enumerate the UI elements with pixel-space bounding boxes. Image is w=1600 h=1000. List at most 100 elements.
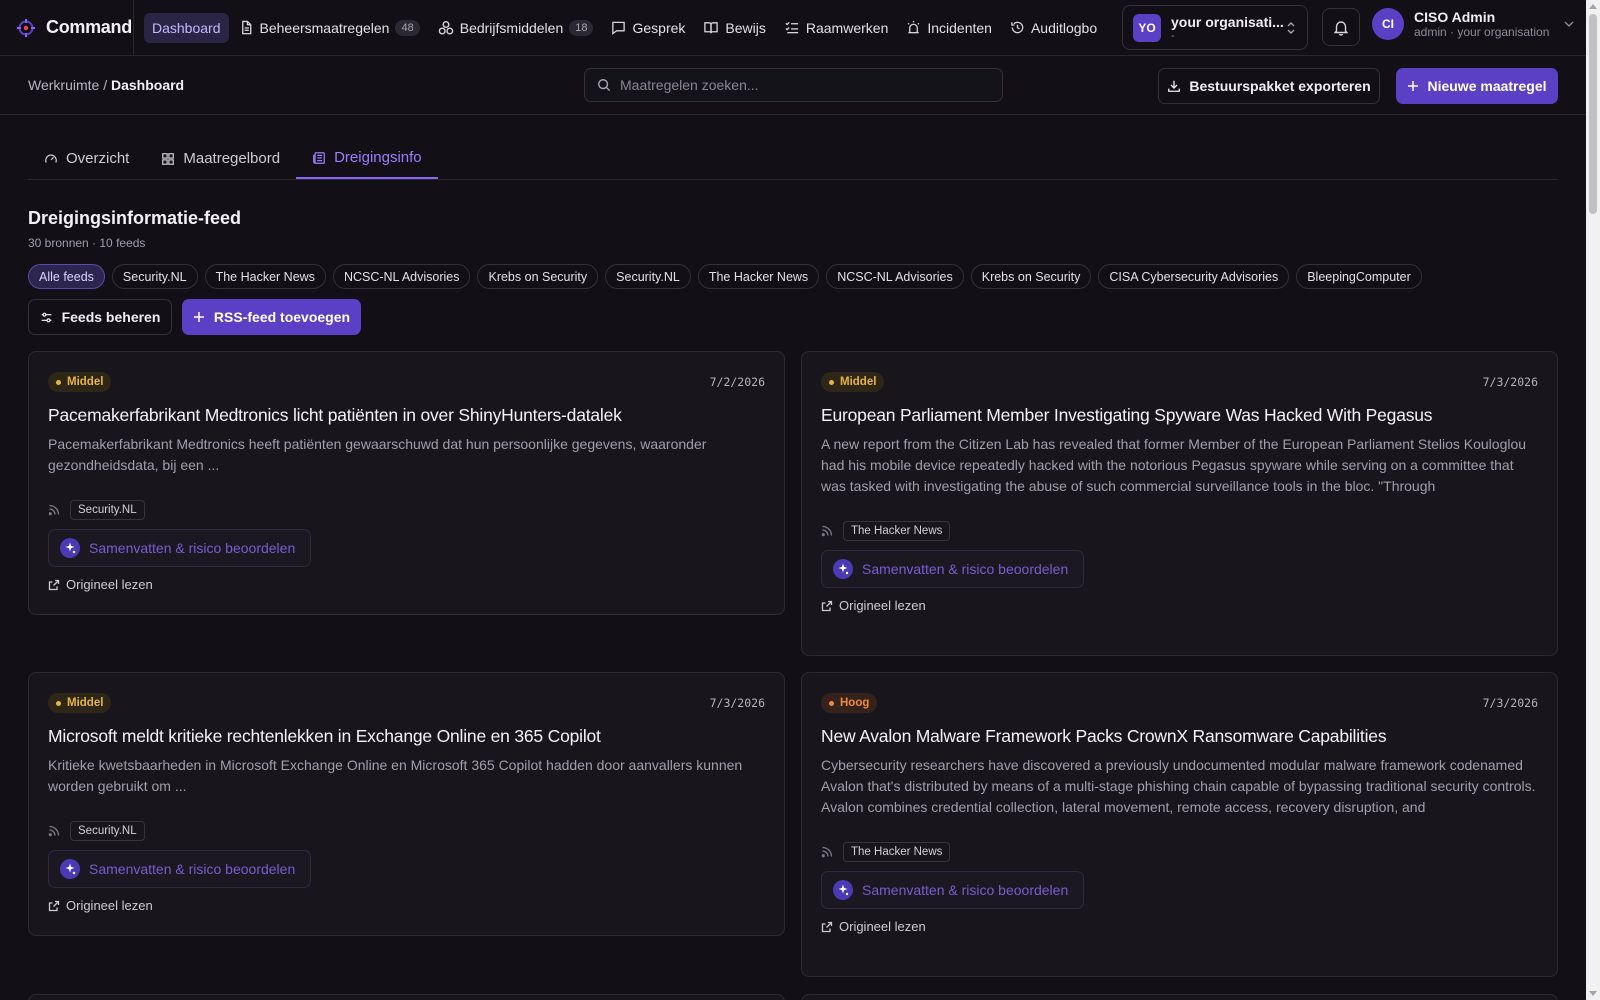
threat-card-partial bbox=[28, 994, 785, 1000]
ai-button-label: Samenvatten & risico beoordelen bbox=[89, 540, 296, 556]
summarize-risk-button[interactable]: Samenvatten & risico beoordelen bbox=[821, 550, 1084, 588]
read-original-link[interactable]: Origineel lezen bbox=[821, 598, 1538, 613]
summarize-risk-button[interactable]: Samenvatten & risico beoordelen bbox=[48, 850, 311, 888]
new-control-label: Nieuwe maatregel bbox=[1427, 78, 1547, 94]
source-tag: Security.NL bbox=[70, 500, 145, 520]
ai-button-label: Samenvatten & risico beoordelen bbox=[89, 861, 296, 877]
read-original-link[interactable]: Origineel lezen bbox=[48, 577, 765, 592]
chat-icon bbox=[612, 21, 626, 35]
threat-card: Hoog 7/3/2026 New Avalon Malware Framewo… bbox=[801, 672, 1558, 977]
card-title[interactable]: New Avalon Malware Framework Packs Crown… bbox=[821, 724, 1538, 748]
breadcrumb-root[interactable]: Werkruimte bbox=[28, 77, 99, 93]
rss-icon bbox=[48, 825, 60, 837]
sliders-icon bbox=[41, 312, 51, 322]
nav-item-raamwerken[interactable]: Raamwerken bbox=[776, 13, 896, 43]
user-info: CISO Admin admin · your organisation bbox=[1414, 9, 1549, 39]
scroll-up-arrow[interactable] bbox=[1589, 4, 1597, 9]
nav-item-incidenten[interactable]: Incidenten bbox=[898, 13, 1000, 43]
tab-label: Overzicht bbox=[66, 150, 130, 167]
chip-krebs[interactable]: Krebs on Security bbox=[477, 264, 599, 289]
ai-button-label: Samenvatten & risico beoordelen bbox=[862, 561, 1069, 577]
chip-bleepingcomputer[interactable]: BleepingComputer bbox=[1296, 264, 1422, 289]
tab-maatregelbord[interactable]: Maatregelbord bbox=[145, 138, 296, 179]
threat-card: Middel 7/2/2026 Pacemakerfabrikant Medtr… bbox=[28, 351, 785, 615]
summarize-risk-button[interactable]: Samenvatten & risico beoordelen bbox=[821, 871, 1084, 909]
export-label: Bestuurspakket exporteren bbox=[1189, 78, 1371, 94]
user-menu[interactable]: CI CISO Admin admin · your organisation bbox=[1372, 8, 1575, 40]
manage-feeds-button[interactable]: Feeds beheren bbox=[28, 299, 172, 335]
nav-count-badge: 48 bbox=[395, 19, 420, 36]
organisation-switcher[interactable]: YO your organisati... - bbox=[1122, 5, 1308, 50]
nav-label: Bewijs bbox=[725, 19, 766, 36]
read-original-link[interactable]: Origineel lezen bbox=[821, 919, 1538, 934]
chip-ncsc-nl[interactable]: NCSC-NL Advisories bbox=[826, 264, 964, 289]
nav-item-bewijs[interactable]: Bewijs bbox=[695, 13, 773, 43]
read-original-label: Origineel lezen bbox=[839, 598, 926, 613]
search-input[interactable] bbox=[620, 77, 980, 93]
severity-badge: Middel bbox=[48, 372, 112, 392]
chip-security-nl[interactable]: Security.NL bbox=[111, 264, 198, 289]
card-description: A new report from the Citizen Lab has re… bbox=[821, 436, 1527, 494]
threat-card: Middel 7/3/2026 Microsoft meldt kritieke… bbox=[28, 672, 785, 936]
tab-label: Dreigingsinfo bbox=[334, 149, 422, 166]
read-original-link[interactable]: Origineel lezen bbox=[48, 898, 765, 913]
app-name: Command bbox=[46, 17, 132, 37]
severity-badge: Middel bbox=[821, 372, 885, 392]
nav-item-beheersmaatregelen[interactable]: Beheersmaatregelen 48 bbox=[231, 13, 428, 43]
nav-item-gesprek[interactable]: Gesprek bbox=[603, 13, 693, 43]
card-title[interactable]: Pacemakerfabrikant Medtronics licht pati… bbox=[48, 403, 765, 427]
sparkles-icon bbox=[833, 880, 853, 900]
summarize-risk-button[interactable]: Samenvatten & risico beoordelen bbox=[48, 529, 311, 567]
tab-overzicht[interactable]: Overzicht bbox=[28, 138, 145, 179]
card-date: 7/3/2026 bbox=[1482, 375, 1538, 389]
command-logo-icon bbox=[17, 18, 35, 37]
feed-subtitle: 30 bronnen · 10 feeds bbox=[28, 236, 146, 250]
page-scrollbar[interactable] bbox=[1586, 0, 1600, 1000]
chip-the-hacker-news[interactable]: The Hacker News bbox=[697, 264, 820, 289]
notifications-button[interactable] bbox=[1322, 8, 1360, 46]
tab-label: Maatregelbord bbox=[183, 150, 281, 167]
nav-label: Raamwerken bbox=[805, 19, 889, 36]
rss-icon bbox=[821, 846, 833, 858]
chip-ncsc-nl[interactable]: NCSC-NL Advisories bbox=[332, 264, 471, 289]
nav-item-dashboard[interactable]: Dashboard bbox=[144, 12, 229, 43]
severity-badge: Hoog bbox=[821, 693, 878, 713]
chip-krebs[interactable]: Krebs on Security bbox=[970, 264, 1092, 289]
scroll-down-arrow[interactable] bbox=[1589, 991, 1597, 996]
nav-menu: Dashboard Beheersmaatregelen 48 Bedrijfs… bbox=[134, 12, 1105, 43]
top-navigation: Command Dashboard Beheersmaatregelen 48 … bbox=[0, 0, 1586, 56]
bell-icon bbox=[1333, 20, 1349, 36]
grid-icon bbox=[162, 152, 175, 165]
gauge-icon bbox=[45, 154, 57, 163]
user-name: CISO Admin bbox=[1414, 9, 1496, 25]
search-box[interactable] bbox=[584, 68, 1003, 102]
chip-cisa[interactable]: CISA Cybersecurity Advisories bbox=[1098, 264, 1290, 289]
card-title[interactable]: Microsoft meldt kritieke rechtenlekken i… bbox=[48, 724, 765, 748]
feed-filter-chips: Alle feeds Security.NL The Hacker News N… bbox=[28, 264, 1422, 289]
org-avatar: YO bbox=[1133, 13, 1161, 42]
org-subtitle: - bbox=[1171, 29, 1175, 42]
sparkles-icon bbox=[60, 538, 80, 558]
export-board-pack-button[interactable]: Bestuurspakket exporteren bbox=[1158, 68, 1380, 104]
rss-icon bbox=[821, 525, 833, 537]
siren-icon bbox=[907, 20, 920, 34]
add-rss-feed-button[interactable]: RSS-feed toevoegen bbox=[182, 299, 361, 335]
breadcrumb-separator: / bbox=[99, 77, 111, 93]
card-title[interactable]: European Parliament Member Investigating… bbox=[821, 403, 1538, 427]
source-tag: The Hacker News bbox=[843, 521, 951, 541]
manage-feeds-label: Feeds beheren bbox=[61, 309, 161, 325]
chip-the-hacker-news[interactable]: The Hacker News bbox=[204, 264, 326, 289]
history-icon bbox=[1011, 21, 1024, 34]
tab-dreigingsinfo[interactable]: Dreigingsinfo bbox=[296, 138, 438, 179]
add-rss-label: RSS-feed toevoegen bbox=[213, 309, 351, 325]
chip-security-nl[interactable]: Security.NL bbox=[605, 264, 691, 289]
app-logo[interactable]: Command bbox=[0, 0, 134, 56]
chip-all-feeds[interactable]: Alle feeds bbox=[28, 264, 105, 289]
new-control-button[interactable]: Nieuwe maatregel bbox=[1396, 68, 1558, 104]
nav-item-bedrijfsmiddelen[interactable]: Bedrijfsmiddelen 18 bbox=[430, 13, 602, 43]
newspaper-icon bbox=[313, 151, 325, 164]
scroll-thumb[interactable] bbox=[1589, 14, 1597, 214]
nav-label: Auditlogbo bbox=[1030, 19, 1098, 36]
nav-item-auditlog[interactable]: Auditlogbo bbox=[1002, 13, 1105, 43]
source-tag: Security.NL bbox=[70, 821, 145, 841]
